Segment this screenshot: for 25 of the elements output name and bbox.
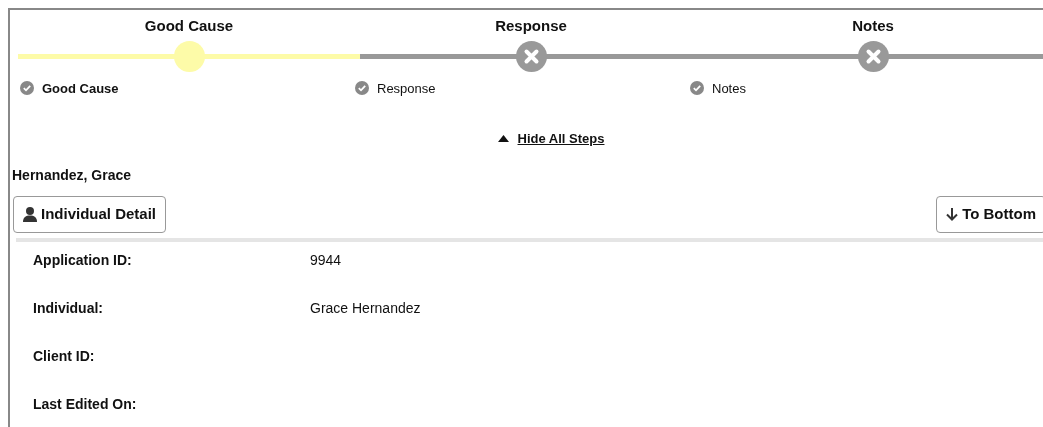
field-value: Grace Hernandez (310, 299, 421, 318)
check-icon (355, 81, 369, 96)
check-icon (20, 81, 34, 96)
step-label[interactable]: Good Cause (42, 78, 119, 98)
field-label: Individual: (33, 299, 104, 318)
step-label[interactable]: Response (377, 78, 436, 98)
field-label: Client ID: (33, 347, 96, 366)
field-label: Application ID: (33, 251, 133, 270)
field-value: 9944 (310, 251, 342, 270)
field-label: Last Edited On: (33, 395, 138, 414)
step-title: Good Cause (144, 16, 234, 36)
check-icon (690, 81, 704, 96)
step-label[interactable]: Notes (712, 78, 746, 98)
step-marker[interactable] (173, 41, 205, 72)
down-arrow-icon (946, 207, 959, 221)
individual-detail-button[interactable]: Individual Detail (13, 195, 167, 233)
close-icon[interactable] (515, 41, 547, 72)
step-title: Response (495, 16, 567, 36)
caret-icon (497, 135, 509, 143)
step-title: Notes (852, 16, 894, 36)
close-icon[interactable] (857, 41, 889, 72)
user-icon (23, 206, 37, 222)
person-name: Hernandez, Grace (12, 165, 133, 185)
to-bottom-button[interactable]: To Bottom (936, 195, 1043, 233)
hide-steps-link[interactable]: Hide All Steps (497, 129, 605, 149)
